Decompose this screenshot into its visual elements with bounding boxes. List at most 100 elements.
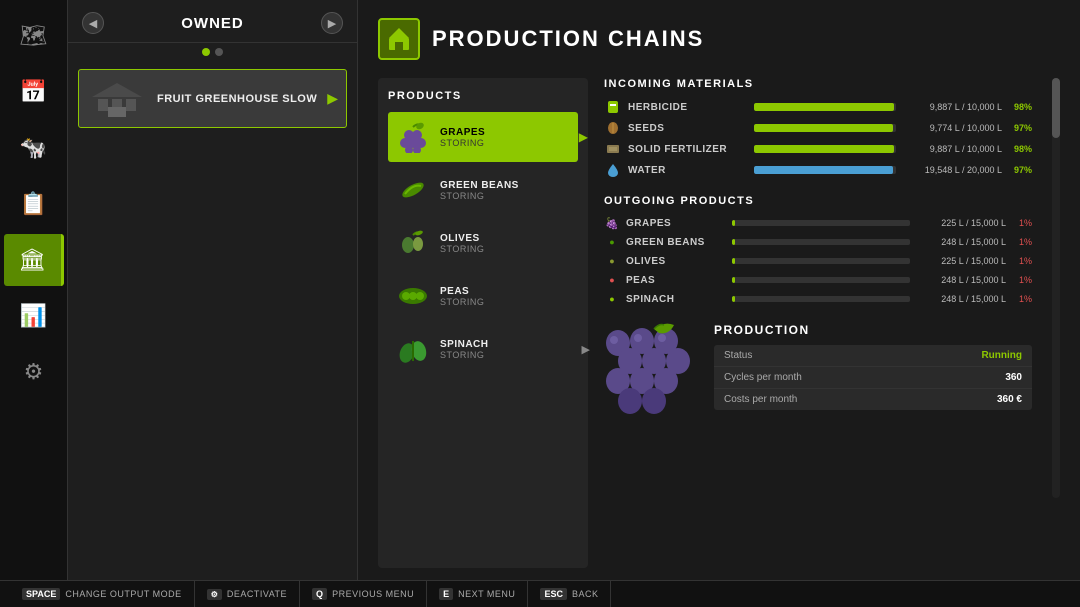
right-panel: INCOMING MATERIALS HERBICIDE 9,887 L / 1… [604,78,1032,568]
space-label: CHANGE OUTPUT MODE [65,589,181,599]
sidebar-item-documents[interactable]: 📋 [4,178,64,230]
sidebar-item-stats[interactable]: 📊 [4,290,64,342]
sidebar-item-calendar[interactable]: 📅 [4,66,64,118]
spinach-more-arrow: ▶ [582,343,590,356]
spinach-name: SPINACH [440,339,489,350]
solid-fertilizer-icon [604,140,622,158]
spinach-sub: STORING [440,350,489,360]
water-pct: 97% [1008,165,1032,175]
outgoing-products-section: OUTGOING PRODUCTS 🍇 GRAPES 225 L / 15,00… [604,195,1032,307]
prod-row-costs: Costs per month 360 € [714,389,1032,410]
building-info: FRUIT GREENHOUSE SLOW [157,93,317,105]
sidebar-item-settings[interactable]: ⚙ [4,346,64,398]
olives-name: OLIVES [440,233,484,244]
owned-title: OWNED [181,15,244,32]
water-value: 19,548 L / 20,000 L [902,165,1002,175]
production-title: PRODUCTION [714,323,1032,337]
costs-value: 360 € [997,394,1022,405]
scrollbar-track[interactable] [1052,78,1060,498]
production-box: PRODUCTION Status Running Cycles per mon… [714,323,1032,410]
product-item-olives[interactable]: OLIVES STORING [388,218,578,268]
out-green-beans-icon: ● [604,234,620,250]
settings-icon: ⚙ [24,359,44,385]
bottom-space-item[interactable]: SPACE CHANGE OUTPUT MODE [10,581,195,607]
page-title: PRODUCTION CHAINS [432,26,704,52]
material-row-solid-fertilizer: SOLID FERTILIZER 9,887 L / 10,000 L 98% [604,140,1032,158]
out-green-beans-bar [732,239,910,245]
page-header-icon [378,18,420,60]
incoming-materials-section: INCOMING MATERIALS HERBICIDE 9,887 L / 1… [604,78,1032,179]
main-content: PRODUCTION CHAINS PRODUCTS [358,0,1080,580]
out-olives-icon: ● [604,253,620,269]
product-item-peas[interactable]: PEAS STORING [388,271,578,321]
out-grapes-name: GRAPES [626,218,726,229]
sidebar-item-animals[interactable]: 🐄 [4,122,64,174]
seeds-name: SEEDS [628,123,748,134]
out-grapes-icon: 🍇 [604,215,620,231]
spinach-icon [394,330,432,368]
products-panel: PRODUCTS [378,78,588,568]
status-label: Status [724,350,981,361]
bottom-back-item[interactable]: ESC BACK [528,581,611,607]
bottom-next-menu-item[interactable]: E NEXT MENU [427,581,528,607]
out-peas-name: PEAS [626,275,726,286]
esc-key: ESC [540,588,567,600]
prev-nav-button[interactable]: ◀ [82,12,104,34]
water-icon [604,161,622,179]
map-icon: 🗺 [20,23,48,49]
e-key: E [439,588,453,600]
out-peas-icon: ● [604,272,620,288]
solid-fertilizer-pct: 98% [1008,144,1032,154]
next-nav-button[interactable]: ▶ [321,12,343,34]
product-item-grapes[interactable]: GRAPES STORING ▶ [388,112,578,162]
outgoing-row-peas: ● PEAS 248 L / 15,000 L 1% [604,272,1032,288]
grapes-sub: STORING [440,138,485,148]
calendar-icon: 📅 [20,79,47,105]
out-grapes-pct: 1% [1012,218,1032,228]
sidebar-item-map[interactable]: 🗺 [4,10,64,62]
out-peas-bar [732,277,910,283]
deactivate-label: DEACTIVATE [227,589,287,599]
out-spinach-pct: 1% [1012,294,1032,304]
cycles-label: Cycles per month [724,372,1005,383]
product-item-spinach[interactable]: SPINACH STORING ▶ [388,324,578,374]
scrollbar-thumb[interactable] [1052,78,1060,138]
buildings-icon: 🏛 [18,247,46,273]
material-row-water: WATER 19,548 L / 20,000 L 97% [604,161,1032,179]
herbicide-pct: 98% [1008,102,1032,112]
q-key: Q [312,588,327,600]
prod-row-cycles: Cycles per month 360 [714,367,1032,389]
back-label: BACK [572,589,599,599]
product-text-olives: OLIVES STORING [440,233,484,254]
solid-fertilizer-progress [754,145,896,153]
seeds-pct: 97% [1008,123,1032,133]
water-progress [754,166,896,174]
material-row-seeds: SEEDS 9,774 L / 10,000 L 97% [604,119,1032,137]
product-text-green-beans: GREEN BEANS STORING [440,180,519,201]
costs-label: Costs per month [724,394,997,405]
building-item-fruit-greenhouse[interactable]: FRUIT GREENHOUSE SLOW ▶ [78,69,347,128]
production-table: Status Running Cycles per month 360 Cost… [714,345,1032,410]
product-text-peas: PEAS STORING [440,286,484,307]
sidebar-item-buildings[interactable]: 🏛 [4,234,64,286]
out-olives-bar [732,258,910,264]
product-text-spinach: SPINACH STORING [440,339,489,360]
green-beans-name: GREEN BEANS [440,180,519,191]
grapes-icon [394,118,432,156]
out-olives-value: 225 L / 15,000 L [916,256,1006,266]
product-item-green-beans[interactable]: GREEN BEANS STORING [388,165,578,215]
outgoing-row-olives: ● OLIVES 225 L / 15,000 L 1% [604,253,1032,269]
water-name: WATER [628,165,748,176]
peas-sub: STORING [440,297,484,307]
bottom-deactivate-item[interactable]: ⚙ DEACTIVATE [195,581,300,607]
green-beans-sub: STORING [440,191,519,201]
sidebar: 🗺 📅 🐄 📋 🏛 📊 ⚙ [0,0,68,607]
out-spinach-value: 248 L / 15,000 L [916,294,1006,304]
owned-header: ◀ OWNED ▶ [68,0,357,43]
grapes-name: GRAPES [440,127,485,138]
bottom-prev-menu-item[interactable]: Q PREVIOUS MENU [300,581,427,607]
prev-menu-label: PREVIOUS MENU [332,589,414,599]
green-beans-icon [394,171,432,209]
animals-icon: 🐄 [20,135,47,161]
peas-name: PEAS [440,286,484,297]
